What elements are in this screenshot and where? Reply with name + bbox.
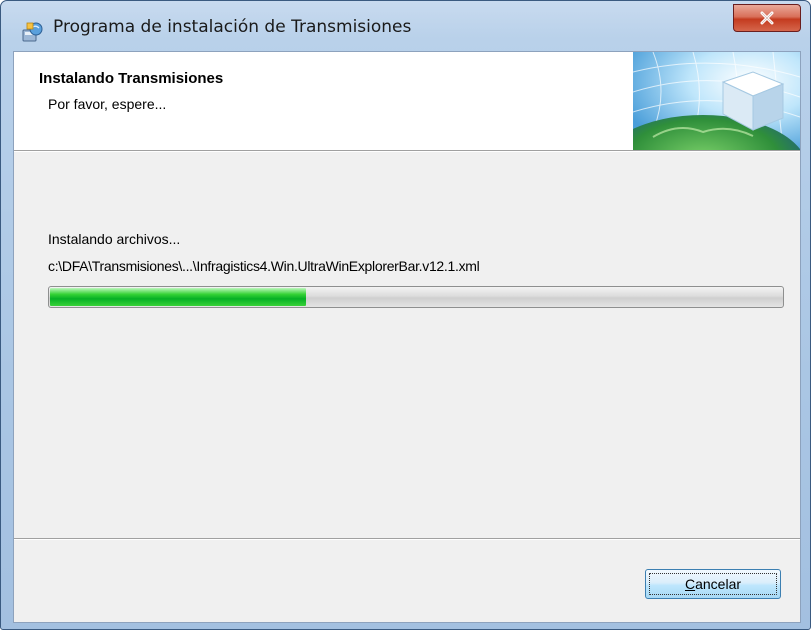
installer-window: Programa de instalación de Transmisiones… (0, 0, 811, 630)
cancel-mnemonic: C (684, 576, 696, 592)
cancel-button-label: Cancelar (685, 576, 741, 592)
close-icon (759, 11, 775, 25)
footer-separator (14, 538, 800, 540)
window-title: Programa de instalación de Transmisiones (53, 17, 412, 37)
status-label: Instalando archivos... (48, 231, 181, 247)
progress-fill (50, 288, 307, 306)
globe-cube-graphic (633, 52, 800, 150)
dialog-client-area: Instalando Transmisiones Por favor, espe… (13, 51, 801, 623)
header-separator (14, 150, 800, 152)
header-subtitle: Por favor, espere... (48, 96, 167, 112)
install-progress-bar (48, 286, 784, 308)
cancel-label-rest: ancelar (695, 576, 742, 592)
current-file-path: c:\DFA\Transmisiones\...\Infragistics4.W… (48, 258, 480, 274)
header-title: Instalando Transmisiones (39, 70, 224, 87)
close-button[interactable] (733, 4, 801, 32)
installer-icon (21, 21, 43, 43)
title-bar[interactable]: Programa de instalación de Transmisiones (1, 1, 810, 51)
dialog-header: Instalando Transmisiones Por favor, espe… (14, 52, 800, 150)
cancel-button[interactable]: Cancelar (645, 569, 781, 599)
